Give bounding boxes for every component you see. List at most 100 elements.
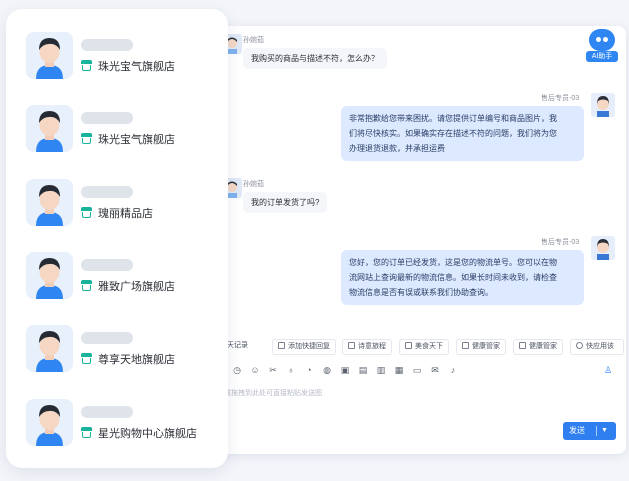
chevron-down-icon[interactable]: ▼ xyxy=(601,422,608,440)
message-bubble: 您好，您的订单已经发货，这是您的物流单号。您可以在物 流网站上查询最新的物流信息… xyxy=(341,250,584,305)
send-button[interactable]: 发送 ▼ xyxy=(563,422,616,440)
message-customer: 孙婉茹 我的订单发货了吗? xyxy=(196,172,626,222)
shop-name-row: 瑰丽精品店 xyxy=(81,204,153,222)
shop-avatar xyxy=(26,32,73,79)
message-line: 非常抱歉给您带来困扰。请您提供订单编号和商品图片，我 xyxy=(349,114,557,123)
shop-store-icon xyxy=(81,133,92,144)
quick-reply-bar: 聊天记录 添加快捷回复 诗意旅程 美食天下 健康管家 健康管家 快应用该 xyxy=(196,339,626,357)
message-agent: 售后专员-03 非常抱歉给您带来困扰。请您提供订单编号和商品图片，我 们将尽快核… xyxy=(196,86,626,166)
quick-reply-tab[interactable]: 诗意旅程 xyxy=(342,339,392,355)
input-placeholder: 或拖拽到此处可直接粘贴发送图 xyxy=(224,390,322,397)
shop-list-item[interactable]: 星光购物中心旗舰店 xyxy=(26,396,222,452)
shop-avatar xyxy=(26,252,73,299)
shop-name: 珠光宝气旗舰店 xyxy=(98,61,175,73)
input-toolbar: ◷ ☺ ✂ ♁ ◔ ◍ ▣ ▤ ▥ ▦ ▭ ✉ ♪ ♙ xyxy=(196,364,626,378)
chat-icon[interactable]: ◔ xyxy=(303,364,315,376)
shop-store-icon xyxy=(81,353,92,364)
shop-avatar xyxy=(26,325,73,372)
name-placeholder xyxy=(81,112,133,124)
shop-store-icon xyxy=(81,207,92,218)
ai-assistant-label: AI助手 xyxy=(586,51,618,62)
name-placeholder xyxy=(81,259,133,271)
grid-icon xyxy=(405,342,412,349)
message-line: 您好，您的订单已经发货，这是您的物流单号。您可以在物 xyxy=(349,258,557,267)
message-bubble: 我的订单发货了吗? xyxy=(243,192,328,213)
clipboard-icon[interactable]: ▥ xyxy=(375,364,387,376)
shop-avatar xyxy=(26,105,73,152)
shop-avatar xyxy=(26,399,73,446)
message-line: 们将尽快核实。如果确实存在描述不符的问题，我们将为您 xyxy=(349,129,557,138)
message-customer: 孙婉茹 我购买的商品与描述不符，怎么办？ xyxy=(196,26,626,76)
tab-label: 诗意旅程 xyxy=(358,343,386,350)
quick-apps-tab[interactable]: 快应用该 xyxy=(570,339,624,355)
shop-name-row: 珠光宝气旗舰店 xyxy=(81,57,175,75)
shop-name-row: 星光购物中心旗舰店 xyxy=(81,424,197,442)
folder-icon[interactable]: ▤ xyxy=(357,364,369,376)
tab-label: 健康管家 xyxy=(529,343,557,350)
shop-name: 珠光宝气旗舰店 xyxy=(98,134,175,146)
message-list[interactable]: 孙婉茹 我购买的商品与描述不符，怎么办？ 售后专员-03 非常抱歉给您带来困扰。… xyxy=(196,26,626,331)
message-sender: 孙婉茹 xyxy=(243,37,264,44)
microphone-icon[interactable]: ♁ xyxy=(285,364,297,376)
message-sender: 孙婉茹 xyxy=(243,181,264,188)
message-agent: 售后专员-03 您好，您的订单已经发货，这是您的物流单号。您可以在物 流网站上查… xyxy=(196,232,626,312)
message-line: 流网站上查询最新的物流信息。如果长时间未收到，请检查 xyxy=(349,273,557,282)
document-icon[interactable]: ▦ xyxy=(393,364,405,376)
tab-label: 健康管家 xyxy=(472,343,500,350)
message-line: 物流信息是否有误或联系我们协助查询。 xyxy=(349,288,493,297)
shop-name: 瑰丽精品店 xyxy=(98,208,153,220)
grid-icon xyxy=(462,342,469,349)
name-placeholder xyxy=(81,186,133,198)
add-quick-reply-tab[interactable]: 添加快捷回复 xyxy=(272,339,336,355)
reply-icon xyxy=(278,342,285,349)
user-icon[interactable]: ♙ xyxy=(602,364,614,376)
mail-icon[interactable]: ✉ xyxy=(429,364,441,376)
message-sender: 售后专员-03 xyxy=(541,95,580,102)
quick-reply-tab[interactable]: 健康管家 xyxy=(456,339,506,355)
shop-list-item[interactable]: 雅致广场旗舰店 xyxy=(26,249,222,305)
message-bubble: 我购买的商品与描述不符，怎么办？ xyxy=(243,48,387,69)
scissors-icon[interactable]: ✂ xyxy=(267,364,279,376)
name-placeholder xyxy=(81,332,133,344)
shop-list-item[interactable]: 瑰丽精品店 xyxy=(26,176,222,232)
agent-avatar xyxy=(591,93,615,117)
microphone-icon[interactable]: ♪ xyxy=(447,364,459,376)
clock-icon[interactable]: ◷ xyxy=(231,364,243,376)
shop-name-row: 尊享天地旗舰店 xyxy=(81,350,175,368)
shop-name: 尊享天地旗舰店 xyxy=(98,354,175,366)
shop-name: 雅致广场旗舰店 xyxy=(98,281,175,293)
shop-name-row: 雅致广场旗舰店 xyxy=(81,277,175,295)
name-placeholder xyxy=(81,39,133,51)
agent-avatar xyxy=(591,236,615,260)
shop-store-icon xyxy=(81,427,92,438)
shop-store-icon xyxy=(81,280,92,291)
quick-reply-tab[interactable]: 健康管家 xyxy=(513,339,563,355)
message-bubble: 非常抱歉给您带来困扰。请您提供订单编号和商品图片，我 们将尽快核实。如果确实存在… xyxy=(341,106,584,161)
grid-icon xyxy=(519,342,526,349)
emoji-icon[interactable]: ☺ xyxy=(249,364,261,376)
tab-label: 美食天下 xyxy=(415,343,443,350)
shop-avatar xyxy=(26,179,73,226)
send-divider xyxy=(596,426,597,436)
shop-list-panel: 珠光宝气旗舰店 珠光宝气旗舰店 瑰丽精品店 雅致广场旗舰店 尊享天地旗舰店 星光… xyxy=(6,9,228,468)
message-input[interactable]: 或拖拽到此处可直接粘贴发送图 xyxy=(196,386,626,436)
quick-reply-tab[interactable]: 美食天下 xyxy=(399,339,449,355)
shop-list-item[interactable]: 珠光宝气旗舰店 xyxy=(26,29,222,85)
tab-label: 快应用该 xyxy=(586,343,614,350)
shop-name-row: 珠光宝气旗舰店 xyxy=(81,130,175,148)
tab-label: 添加快捷回复 xyxy=(288,343,330,350)
chat-window: 孙婉茹 我购买的商品与描述不符，怎么办？ 售后专员-03 非常抱歉给您带来困扰。… xyxy=(196,26,626,454)
grid-icon xyxy=(348,342,355,349)
shop-list-item[interactable]: 尊享天地旗舰店 xyxy=(26,322,222,378)
robot-icon xyxy=(589,29,615,51)
shop-name: 星光购物中心旗舰店 xyxy=(98,428,197,440)
screen-icon[interactable]: ▭ xyxy=(411,364,423,376)
send-label: 发送 xyxy=(569,426,585,435)
name-placeholder xyxy=(81,406,133,418)
image-icon[interactable]: ▣ xyxy=(339,364,351,376)
emoji-icon[interactable]: ◍ xyxy=(321,364,333,376)
shop-list-item[interactable]: 珠光宝气旗舰店 xyxy=(26,102,222,158)
ai-assistant-button[interactable]: AI助手 xyxy=(586,29,618,63)
plus-circle-icon xyxy=(576,342,583,349)
message-sender: 售后专员-03 xyxy=(541,239,580,246)
